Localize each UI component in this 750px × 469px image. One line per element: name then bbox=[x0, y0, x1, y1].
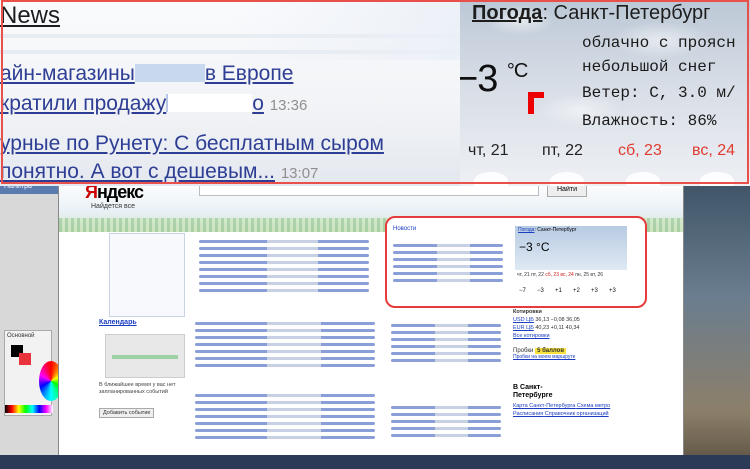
news-item-1[interactable]: айн-магазины в Европе bbox=[0, 62, 293, 86]
mouse-cursor-icon bbox=[528, 92, 544, 114]
browser-viewport: Яндекс Найдется все Найти Календарь В бл… bbox=[58, 180, 684, 455]
city-map-link[interactable]: Карта Санкт-Петербурга bbox=[513, 403, 575, 409]
paint-app-window: Палитра Основной bbox=[0, 180, 63, 469]
news-item-2[interactable]: кратили продажу о 13:36 bbox=[0, 92, 307, 116]
directory-link[interactable]: Справочник организаций bbox=[545, 411, 609, 417]
weather-condition-1: облачно с проясн bbox=[582, 34, 736, 52]
news-item-3-text[interactable]: урные по Рунету: С бесплатным сыром bbox=[0, 132, 384, 155]
add-event-button[interactable]: Добавить событие bbox=[99, 408, 155, 418]
magnified-widget-overlay: News айн-магазины в Европе кратили продаж… bbox=[0, 0, 750, 186]
services-links-blurred[interactable] bbox=[199, 236, 369, 296]
city-heading: В Санкт-Петербурге bbox=[513, 384, 553, 399]
calendar-strip bbox=[112, 355, 178, 359]
news-item-2-text-b[interactable]: о bbox=[252, 92, 264, 115]
market-links-blurred[interactable] bbox=[195, 390, 375, 443]
weather-mini[interactable]: Погода: Санкт-Петербург −3 °C bbox=[515, 226, 627, 270]
traffic-route-link[interactable]: Пробки на моем маршруте bbox=[513, 354, 575, 360]
weather-title-link[interactable]: Погода bbox=[472, 2, 542, 24]
forecast-day-sat: сб, 23 bbox=[618, 142, 662, 159]
calendar-widget[interactable] bbox=[105, 334, 185, 378]
news-items-blurred[interactable] bbox=[393, 240, 503, 286]
news-item-2-gap bbox=[166, 94, 253, 112]
mini-weather-city: : Санкт-Петербург bbox=[534, 227, 577, 233]
news-item-2-text-a[interactable]: кратили продажу bbox=[0, 92, 166, 115]
news-blur-band bbox=[230, 0, 460, 60]
eur-rate-link[interactable]: EUR ЦБ bbox=[513, 325, 534, 331]
usd-rate-value: 36,13 −0,08 36,05 bbox=[535, 317, 580, 323]
traffic-widget[interactable]: Пробки 5 баллов Пробки на моем маршруте bbox=[513, 348, 575, 360]
desktop-wallpaper-right bbox=[680, 180, 750, 469]
color-bar[interactable] bbox=[5, 405, 53, 413]
currency-rates: Котировки USD ЦБ 36,13 −0,08 36,05 EUR Ц… bbox=[513, 308, 653, 340]
cloud-icon bbox=[474, 172, 508, 186]
schedules-link[interactable]: Расписания bbox=[513, 411, 543, 417]
usd-rate-link[interactable]: USD ЦБ bbox=[513, 317, 534, 323]
city-links: Карта Санкт-Петербурга Схема метро Распи… bbox=[513, 402, 610, 418]
temperature-unit: °C bbox=[506, 60, 528, 82]
cloud-icon bbox=[700, 172, 734, 186]
cloud-icon bbox=[626, 172, 660, 186]
weather-title: Погода: Санкт-Петербург bbox=[472, 2, 710, 25]
tv-links-blurred[interactable] bbox=[391, 402, 501, 441]
mini-forecast-days: чт, 21 пт, 22 сб, 23 вс, 24 пн, 25 вт, 2… bbox=[517, 272, 604, 278]
mini-weather-title[interactable]: Погода bbox=[518, 227, 534, 233]
blog-links-blurred[interactable] bbox=[195, 318, 375, 371]
mini-forecast-temps: −7 −3 +1 +2 +3 +3 bbox=[519, 288, 616, 294]
news-item-4-time: 13:07 bbox=[280, 165, 319, 182]
weather-condition-2: небольшой снег bbox=[582, 58, 717, 76]
news-item-4[interactable]: понятно. А вот с дешевым... 13:07 bbox=[0, 160, 318, 184]
magnified-news-panel: News айн-магазины в Европе кратили продаж… bbox=[0, 0, 460, 186]
news-title-link[interactable]: News bbox=[0, 2, 60, 30]
calendar-title[interactable]: Календарь bbox=[99, 319, 137, 326]
eur-rate-value: 40,23 +0,11 40,34 bbox=[535, 325, 580, 331]
forecast-day-sun: вс, 24 bbox=[692, 142, 736, 159]
secondary-color-swatch[interactable] bbox=[19, 353, 31, 365]
cloud-icon bbox=[550, 172, 584, 186]
rates-title: Котировки bbox=[513, 309, 542, 315]
news-weather-widget: Новости Погода: Санкт-Петербург −3 °C чт… bbox=[385, 216, 647, 308]
weather-humidity: Влажность: 86% bbox=[582, 112, 717, 130]
calendar-note: В ближайшее время у вас нет запланирован… bbox=[99, 382, 176, 395]
news-item-2-time: 13:36 bbox=[269, 97, 308, 114]
taskbar bbox=[0, 455, 750, 469]
news-item-1-gap bbox=[134, 64, 205, 82]
forecast-day-fri: пт, 22 bbox=[542, 142, 583, 159]
weather-wind: Ветер: С, 3.0 м/ bbox=[582, 84, 736, 102]
news-item-1-text-b[interactable]: в Европе bbox=[205, 62, 294, 85]
all-rates-link[interactable]: Все котировки bbox=[513, 332, 653, 340]
metro-map-link[interactable]: Схема метро bbox=[577, 403, 610, 409]
weather-temperature: −3 °C bbox=[460, 58, 528, 100]
news-widget-title[interactable]: Новости bbox=[393, 226, 416, 232]
weather-city: : Санкт-Петербург bbox=[542, 2, 711, 24]
yandex-tagline: Найдется все bbox=[91, 203, 135, 210]
afisha-links-blurred[interactable] bbox=[391, 320, 501, 366]
news-item-4-text[interactable]: понятно. А вот с дешевым... bbox=[0, 160, 275, 183]
magnified-weather-panel: Погода: Санкт-Петербург −3 °C облачно с … bbox=[460, 0, 750, 186]
palette-label: Основной bbox=[7, 333, 35, 339]
mini-weather-temp: −3 °C bbox=[519, 240, 550, 254]
news-item-1-text-a[interactable]: айн-магазины bbox=[0, 62, 135, 85]
mail-login-box[interactable] bbox=[109, 233, 185, 317]
news-item-3[interactable]: урные по Рунету: С бесплатным сыром bbox=[0, 132, 384, 156]
forecast-day-thu: чт, 21 bbox=[468, 142, 509, 159]
color-palette-panel[interactable]: Основной bbox=[4, 330, 63, 416]
